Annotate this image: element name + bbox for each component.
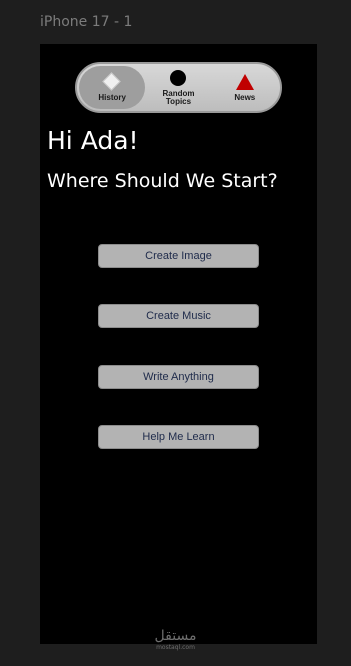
create-image-button[interactable]: Create Image: [98, 244, 259, 268]
nav-item-news[interactable]: News: [212, 66, 278, 109]
top-navigation: History Random Topics News: [75, 62, 282, 113]
watermark-arabic: مستقل: [154, 628, 197, 644]
prompt-heading: Where Should We Start?: [47, 170, 278, 192]
iphone-frame: History Random Topics News Hi Ada! Where…: [40, 44, 317, 644]
diamond-icon: [102, 72, 121, 91]
watermark-domain: mostaql.com: [156, 644, 195, 651]
watermark: مستقل mostaql.com: [0, 628, 351, 652]
triangle-icon: [235, 73, 254, 91]
frame-label: iPhone 17 - 1: [40, 14, 133, 30]
nav-label-random-topics: Random Topics: [162, 89, 195, 106]
create-music-button[interactable]: Create Music: [98, 304, 259, 328]
nav-item-history[interactable]: History: [79, 66, 146, 109]
greeting-heading: Hi Ada!: [47, 126, 139, 155]
circle-icon: [169, 69, 187, 87]
help-me-learn-button[interactable]: Help Me Learn: [98, 425, 259, 449]
write-anything-button[interactable]: Write Anything: [98, 365, 259, 389]
nav-label-history: History: [98, 93, 126, 102]
nav-label-news: News: [234, 93, 256, 102]
nav-item-random-topics[interactable]: Random Topics: [145, 66, 211, 109]
